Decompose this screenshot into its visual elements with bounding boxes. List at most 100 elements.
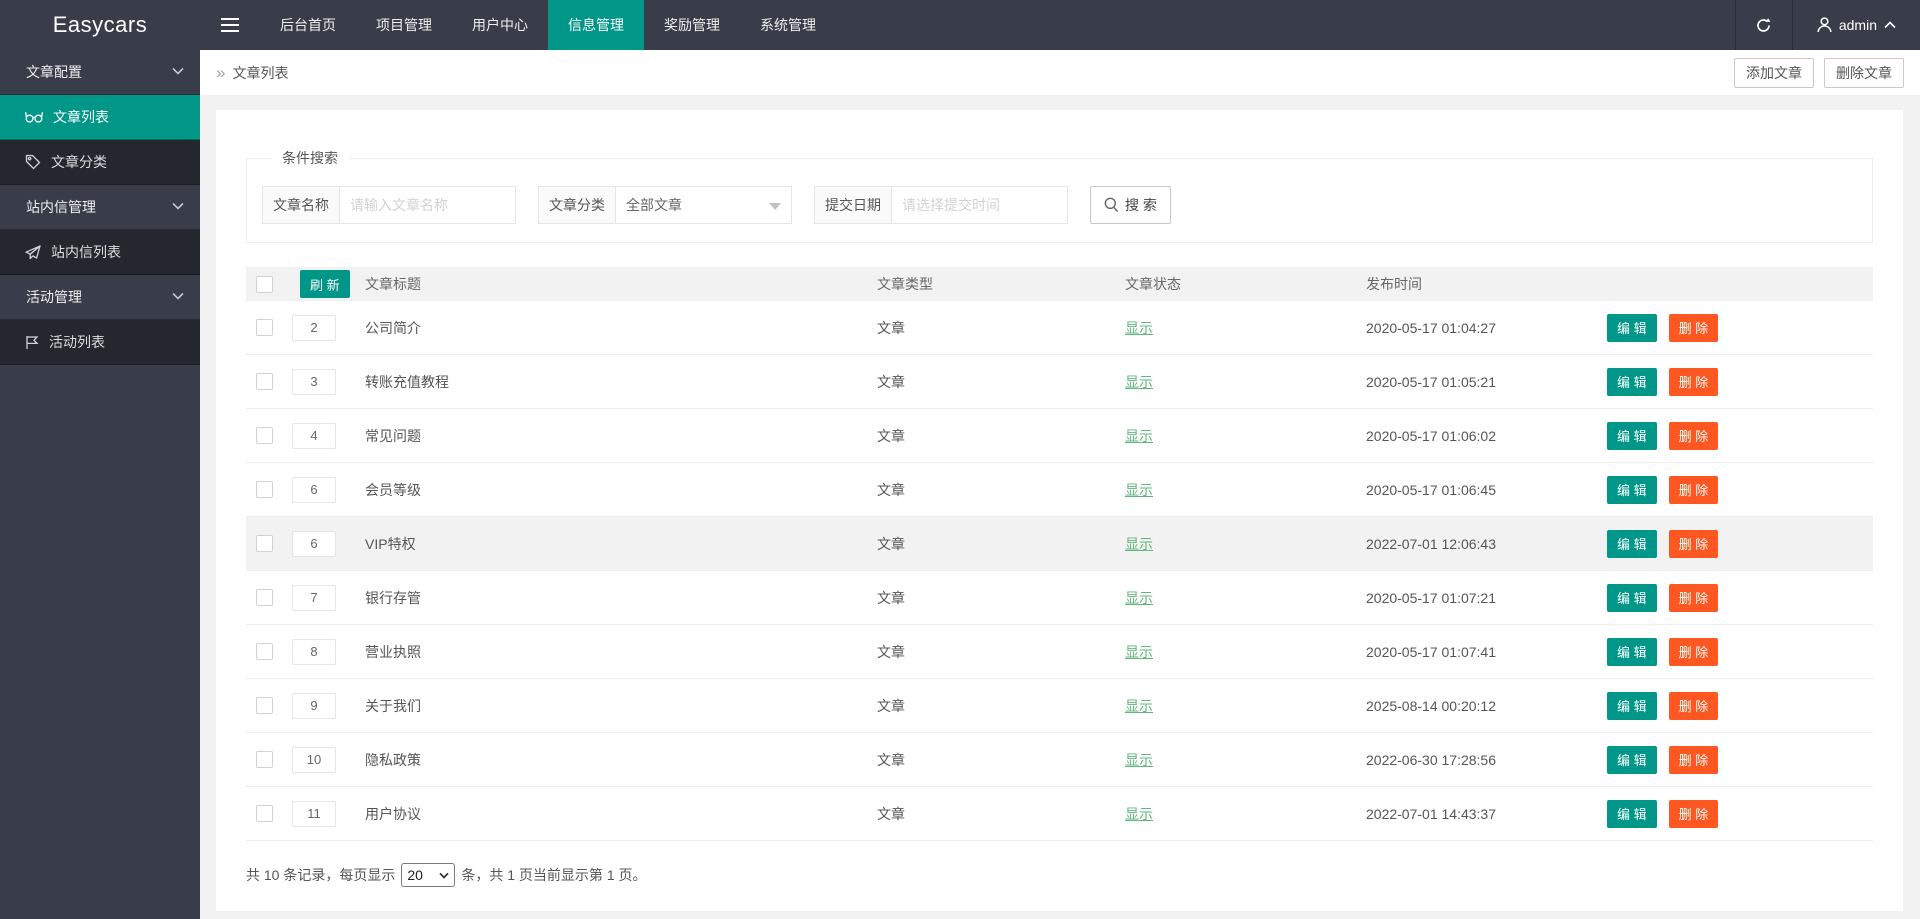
delete-button[interactable]: 删 除: [1669, 692, 1719, 720]
row-checkbox[interactable]: [256, 751, 273, 768]
edit-button[interactable]: 编 辑: [1607, 530, 1657, 558]
row-id-input[interactable]: [292, 801, 336, 827]
article-title: 公司简介: [365, 318, 421, 338]
nav-item-rewards[interactable]: 奖励管理: [644, 0, 740, 50]
sidebar-toggle-button[interactable]: [200, 0, 260, 50]
refresh-table-button[interactable]: 刷 新: [300, 270, 350, 298]
edit-button[interactable]: 编 辑: [1607, 638, 1657, 666]
row-id-input[interactable]: [292, 747, 336, 773]
row-checkbox[interactable]: [256, 427, 273, 444]
sidebar-group-article-config[interactable]: 文章配置: [0, 50, 200, 95]
header-article-type: 文章类型: [869, 274, 1117, 294]
status-link[interactable]: 显示: [1125, 696, 1153, 716]
edit-button[interactable]: 编 辑: [1607, 368, 1657, 396]
delete-button[interactable]: 删 除: [1669, 638, 1719, 666]
sidebar-item-article-category[interactable]: 文章分类: [0, 140, 200, 185]
page-size-value: 20: [407, 867, 423, 883]
sidebar-item-message-list[interactable]: 站内信列表: [0, 230, 200, 275]
sidebar-item-activity-list[interactable]: 活动列表: [0, 320, 200, 365]
article-name-input[interactable]: [340, 186, 516, 224]
delete-button[interactable]: 删 除: [1669, 530, 1719, 558]
table-row: 隐私政策 文章 显示 2022-06-30 17:28:56 编 辑 删 除: [246, 733, 1873, 787]
sidebar-group-label: 文章配置: [26, 62, 82, 82]
row-id-input[interactable]: [292, 477, 336, 503]
edit-button[interactable]: 编 辑: [1607, 584, 1657, 612]
row-id-input[interactable]: [292, 639, 336, 665]
main-content: » 文章列表 添加文章 删除文章 条件搜索 文章名称 文章分类 全部文章: [200, 50, 1920, 919]
nav-item-users[interactable]: 用户中心: [452, 0, 548, 50]
edit-button[interactable]: 编 辑: [1607, 314, 1657, 342]
refresh-button[interactable]: [1735, 0, 1793, 50]
row-id-input[interactable]: [292, 369, 336, 395]
delete-button[interactable]: 删 除: [1669, 314, 1719, 342]
page-size-select[interactable]: 20: [401, 863, 455, 887]
publish-time: 2022-06-30 17:28:56: [1366, 752, 1496, 768]
sidebar-item-article-list[interactable]: 文章列表: [0, 95, 200, 140]
submit-date-input[interactable]: [892, 186, 1068, 224]
publish-time: 2020-05-17 01:06:45: [1366, 482, 1496, 498]
select-all-checkbox[interactable]: [256, 276, 273, 293]
delete-button[interactable]: 删 除: [1669, 422, 1719, 450]
row-checkbox[interactable]: [256, 589, 273, 606]
select-caret-icon: [439, 872, 449, 879]
search-button-label: 搜 索: [1125, 195, 1157, 215]
nav-item-dashboard[interactable]: 后台首页: [260, 0, 356, 50]
submit-date-group: 提交日期: [814, 186, 1068, 224]
page-title: 文章列表: [232, 63, 288, 83]
status-link[interactable]: 显示: [1125, 426, 1153, 446]
delete-button[interactable]: 删 除: [1669, 746, 1719, 774]
delete-button[interactable]: 删 除: [1669, 800, 1719, 828]
breadcrumb: » 文章列表: [216, 63, 288, 83]
article-type: 文章: [877, 372, 905, 392]
row-checkbox[interactable]: [256, 373, 273, 390]
article-type: 文章: [877, 534, 905, 554]
row-checkbox[interactable]: [256, 535, 273, 552]
status-link[interactable]: 显示: [1125, 372, 1153, 392]
article-type: 文章: [877, 588, 905, 608]
row-checkbox[interactable]: [256, 805, 273, 822]
user-menu[interactable]: admin: [1793, 0, 1920, 50]
row-id-input[interactable]: [292, 423, 336, 449]
publish-time: 2020-05-17 01:07:41: [1366, 644, 1496, 660]
status-link[interactable]: 显示: [1125, 804, 1153, 824]
edit-button[interactable]: 编 辑: [1607, 422, 1657, 450]
article-title: 会员等级: [365, 480, 421, 500]
status-link[interactable]: 显示: [1125, 588, 1153, 608]
nav-item-system[interactable]: 系统管理: [740, 0, 836, 50]
nav-item-projects[interactable]: 项目管理: [356, 0, 452, 50]
sidebar-group-messages[interactable]: 站内信管理: [0, 185, 200, 230]
edit-button[interactable]: 编 辑: [1607, 692, 1657, 720]
delete-button[interactable]: 删 除: [1669, 476, 1719, 504]
row-id-input[interactable]: [292, 693, 336, 719]
edit-button[interactable]: 编 辑: [1607, 800, 1657, 828]
article-title: VIP特权: [365, 534, 416, 554]
search-legend: 条件搜索: [272, 148, 348, 168]
row-checkbox[interactable]: [256, 643, 273, 660]
row-id-input[interactable]: [292, 585, 336, 611]
row-checkbox[interactable]: [256, 481, 273, 498]
sidebar-group-activities[interactable]: 活动管理: [0, 275, 200, 320]
status-link[interactable]: 显示: [1125, 480, 1153, 500]
search-button[interactable]: 搜 索: [1090, 186, 1171, 224]
publish-time: 2020-05-17 01:05:21: [1366, 374, 1496, 390]
add-article-button[interactable]: 添加文章: [1734, 58, 1814, 88]
article-name-label: 文章名称: [262, 186, 340, 224]
nav-item-information[interactable]: 信息管理: [548, 0, 644, 50]
row-id-input[interactable]: [292, 315, 336, 341]
edit-button[interactable]: 编 辑: [1607, 476, 1657, 504]
row-checkbox[interactable]: [256, 319, 273, 336]
delete-article-button[interactable]: 删除文章: [1824, 58, 1904, 88]
status-link[interactable]: 显示: [1125, 642, 1153, 662]
status-link[interactable]: 显示: [1125, 318, 1153, 338]
status-link[interactable]: 显示: [1125, 534, 1153, 554]
category-select[interactable]: 全部文章: [616, 186, 792, 224]
table-row: 用户协议 文章 显示 2022-07-01 14:43:37 编 辑 删 除: [246, 787, 1873, 841]
row-checkbox[interactable]: [256, 697, 273, 714]
status-link[interactable]: 显示: [1125, 750, 1153, 770]
delete-button[interactable]: 删 除: [1669, 368, 1719, 396]
table-row: 关于我们 文章 显示 2025-08-14 00:20:12 编 辑 删 除: [246, 679, 1873, 733]
read-icon: [25, 110, 43, 124]
edit-button[interactable]: 编 辑: [1607, 746, 1657, 774]
row-id-input[interactable]: [292, 531, 336, 557]
delete-button[interactable]: 删 除: [1669, 584, 1719, 612]
